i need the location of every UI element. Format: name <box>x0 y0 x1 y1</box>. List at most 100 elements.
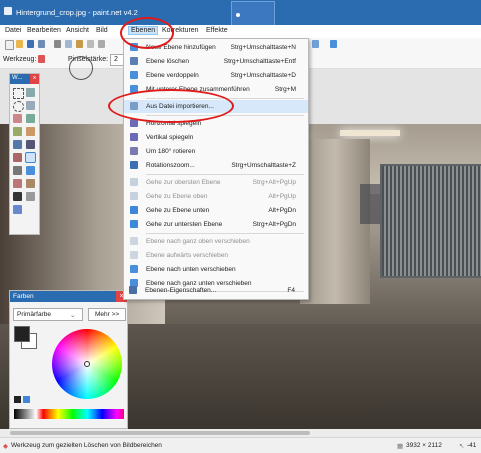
menu-item-label: Ebene nach unten verschieben <box>146 266 236 273</box>
menu-item-flip-vertical[interactable]: Vertikal spiegeln <box>124 131 308 144</box>
menu-item-go-top-layer[interactable]: Gehe zur obersten Ebene Strg+Alt+PgUp <box>124 176 308 189</box>
brush-cursor-circle <box>69 56 93 80</box>
tools-panel-close-button[interactable]: × <box>30 74 39 84</box>
menu-item-rotate-180[interactable]: Um 180° rotieren <box>124 145 308 158</box>
reset-colors-icon[interactable] <box>14 396 21 403</box>
color-target-value: Primärfarbe <box>17 311 51 318</box>
paint-bucket-icon[interactable] <box>13 140 22 149</box>
layer-up-icon <box>130 192 138 200</box>
move-down-icon <box>130 265 138 273</box>
menu-item-label: Ebenen-Eigenschaften... <box>145 287 217 294</box>
photo-graffiti <box>360 184 380 224</box>
lasso-select-icon[interactable] <box>13 101 24 112</box>
menu-datei[interactable]: Datei <box>5 27 21 34</box>
menu-item-delete-layer[interactable]: Ebene löschen Strg+Umschalttaste+Entf <box>124 55 308 68</box>
color-target-select[interactable]: Primärfarbe ⌄ <box>13 308 83 321</box>
layer-down-icon <box>130 206 138 214</box>
menu-item-go-layer-down[interactable]: Gehe zu Ebene unten Alt+PgDn <box>124 204 308 217</box>
cursor-position: -41 <box>467 442 477 449</box>
rectangle-select-icon[interactable] <box>13 88 24 99</box>
pan-icon[interactable] <box>26 127 35 136</box>
paste-icon[interactable] <box>76 40 83 48</box>
menu-item-duplicate-layer[interactable]: Ebene verdoppeln Strg+Umschalttaste+D <box>124 69 308 82</box>
color-wheel-cursor <box>84 361 90 367</box>
layers-menu: Neue Ebene hinzufügen Strg+Umschalttaste… <box>123 38 309 300</box>
copy-icon[interactable] <box>65 40 72 48</box>
menu-separator <box>146 233 304 234</box>
menu-item-shortcut: Strg+Alt+PgUp <box>252 179 296 186</box>
settings-dropdown-icon[interactable] <box>330 40 337 48</box>
menu-bearbeiten[interactable]: Bearbeiten <box>27 27 61 34</box>
magic-wand-icon[interactable] <box>13 127 22 136</box>
menu-bar: Datei Bearbeiten Ansicht Bild Ebenen Kor… <box>0 25 481 38</box>
print-icon[interactable] <box>38 40 45 48</box>
horizontal-scrollbar[interactable] <box>0 429 481 437</box>
annotation-circle-import <box>108 89 234 123</box>
menu-effekte[interactable]: Effekte <box>206 27 228 34</box>
more-colors-button[interactable]: Mehr >> <box>88 308 126 321</box>
menu-item-move-layer-down[interactable]: Ebene nach unten verschieben <box>124 263 308 276</box>
menu-item-label: Vertikal spiegeln <box>146 134 194 141</box>
status-bar: ◆ Werkzeug zum gezielten Löschen von Bil… <box>0 437 481 453</box>
zoom-icon[interactable] <box>26 114 35 123</box>
menu-item-shortcut: Strg+M <box>274 86 296 93</box>
shapes-icon[interactable] <box>13 205 22 214</box>
colors-panel: Farben × Primärfarbe ⌄ Mehr >> <box>9 290 128 429</box>
tools-panel-title: W... <box>12 75 23 81</box>
menu-bild[interactable]: Bild <box>96 27 108 34</box>
crop-icon[interactable] <box>87 40 94 48</box>
tool-label: Werkzeug: <box>3 56 37 63</box>
new-file-icon[interactable] <box>5 40 14 50</box>
annotation-circle-menu <box>120 17 174 49</box>
title-bar: Hintergrund_crop.jpg - paint.net v4.2 <box>0 0 481 27</box>
line-curve-icon[interactable] <box>26 192 35 201</box>
image-size: 3932 × 2112 <box>406 442 442 449</box>
cut-icon[interactable] <box>54 40 61 48</box>
eraser-icon[interactable] <box>25 152 36 163</box>
photo-gate <box>380 164 481 278</box>
menu-item-rotate-zoom[interactable]: Rotationszoom... Strg+Umschalttaste+Z <box>124 159 308 172</box>
paintbrush-icon[interactable] <box>13 153 22 162</box>
ellipse-select-icon[interactable] <box>13 114 22 123</box>
move-selected-icon[interactable] <box>26 101 35 110</box>
recolor-icon[interactable] <box>26 179 35 188</box>
clone-stamp-icon[interactable] <box>13 179 22 188</box>
menu-item-label: Gehe zu Ebene unten <box>146 207 210 214</box>
move-up-icon <box>130 251 138 259</box>
color-picker-icon[interactable] <box>26 166 35 175</box>
window-title: Hintergrund_crop.jpg - paint.net v4.2 <box>16 8 138 17</box>
menu-item-shortcut: Strg+Umschalttaste+Z <box>231 162 296 169</box>
open-file-icon[interactable] <box>16 40 23 48</box>
brush-size-value: 2 <box>114 56 118 63</box>
primary-color-swatch[interactable] <box>14 326 30 342</box>
menu-item-layer-properties[interactable]: Ebenen-Eigenschaften... F4 <box>123 284 307 297</box>
save-file-icon[interactable] <box>27 40 34 48</box>
menu-item-go-layer-up[interactable]: Gehe zu Ebene oben Alt+PgUp <box>124 190 308 203</box>
eraser-tool-icon[interactable] <box>38 55 45 63</box>
menu-ansicht[interactable]: Ansicht <box>66 27 89 34</box>
colors-panel-title: Farben <box>13 293 34 300</box>
menu-item-label: Ebene nach ganz oben verschieben <box>146 238 250 245</box>
move-selection-icon[interactable] <box>26 88 35 97</box>
menu-item-shortcut: Alt+PgDn <box>268 207 296 214</box>
menu-item-move-layer-top[interactable]: Ebene nach ganz oben verschieben <box>124 235 308 248</box>
rotate-zoom-icon <box>130 161 138 169</box>
menu-item-go-bottom-layer[interactable]: Gehe zur untersten Ebene Strg+Alt+PgDn <box>124 218 308 231</box>
delete-layer-icon <box>130 57 138 65</box>
pencil-icon[interactable] <box>13 166 22 175</box>
curve-tool-icon[interactable] <box>312 40 319 48</box>
deselect-icon[interactable] <box>98 40 105 48</box>
swap-colors-icon[interactable] <box>23 396 30 403</box>
cursor-position-icon: ↖ <box>459 443 465 450</box>
flip-vertical-icon <box>130 133 138 141</box>
scrollbar-thumb[interactable] <box>10 431 310 435</box>
menu-item-label: Ebene verdoppeln <box>146 72 199 79</box>
menu-item-move-layer-up[interactable]: Ebene aufwärts verschieben <box>124 249 308 262</box>
menu-item-shortcut: Strg+Umschalttaste+D <box>230 72 296 79</box>
duplicate-layer-icon <box>130 71 138 79</box>
gradient-icon[interactable] <box>26 140 35 149</box>
text-tool-icon[interactable] <box>13 192 22 201</box>
menu-item-shortcut: Strg+Alt+PgDn <box>252 221 296 228</box>
menu-item-shortcut: Alt+PgUp <box>268 193 296 200</box>
color-palette[interactable] <box>14 409 124 419</box>
